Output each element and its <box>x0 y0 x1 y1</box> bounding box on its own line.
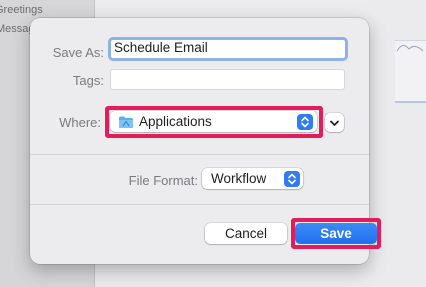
cancel-button[interactable]: Cancel <box>205 223 287 244</box>
save-button[interactable]: Save <box>295 223 377 244</box>
file-format-label: File Format: <box>128 173 198 188</box>
tags-field[interactable] <box>110 69 345 90</box>
file-format-popup[interactable]: Workflow <box>202 168 303 189</box>
where-popup[interactable]: Applications <box>110 111 317 132</box>
where-stepper-icon <box>297 113 313 130</box>
where-value: Applications <box>139 114 212 129</box>
file-format-stepper-icon <box>284 170 300 187</box>
expand-browser-button[interactable] <box>325 113 344 132</box>
divider-bottom <box>30 204 369 205</box>
sidebar-item-greetings[interactable]: Greetings <box>0 2 94 18</box>
folder-icon <box>118 115 134 132</box>
save-as-label: Save As: <box>52 45 104 60</box>
tags-label: Tags: <box>72 73 104 88</box>
where-label: Where: <box>59 115 101 130</box>
file-format-value: Workflow <box>211 171 267 186</box>
save-as-field[interactable]: Schedule Email <box>108 37 348 61</box>
divider-top <box>30 154 369 155</box>
save-dialog: Save As: Schedule Email Tags: Where: App… <box>30 18 381 264</box>
chevron-down-icon <box>328 117 341 132</box>
background-canvas-panel <box>395 40 426 103</box>
